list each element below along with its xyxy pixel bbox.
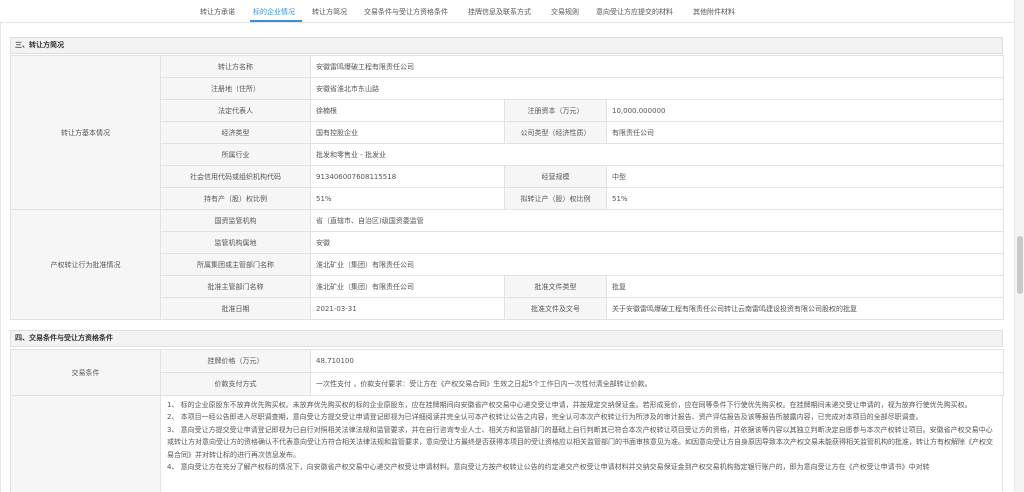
holding-ratio-value: 51% [310,187,505,210]
table-row: 转让方基本情况 转让方名称 安徽雷鸣爆破工程有限责任公司 [10,55,1005,210]
approve-date-value: 2021-03-31 [310,297,505,320]
scale-value: 中型 [605,165,1005,188]
field-label: 批准文件及文号 [504,297,607,320]
scrollbar-thumb[interactable] [1017,236,1023,294]
field-label: 经济类型 [160,121,311,144]
field-label: 社会信用代码或组织机构代码 [160,165,311,188]
table-row: 产权转让行为批准情况 国资监管机构 省（直辖市、自治区)级国资委监管 [10,209,1005,320]
field-label: 批准文件类型 [504,275,607,298]
field-label: 转让方名称 [160,55,311,78]
field-label: 监管机构属地 [160,231,311,254]
note-paragraph: 3、 意向受让方提交受让申请登记即视为已自行对照相关法律法规和监管要求，并在自行… [167,425,993,459]
group-label-basic-info: 转让方基本情况 [10,55,161,210]
approver-value: 淮北矿业（集团）有限责任公司 [310,275,505,298]
transfer-notes: 1、 标的企业原股东不放弃优先购买权。未放弃优先购买权的标的企业原股东，应在挂牌… [160,395,1003,492]
doc-type-value: 批复 [605,275,1005,298]
group-label-trade-conditions: 交易条件 [10,349,161,396]
reg-location-value: 安徽 [309,231,1005,254]
note-paragraph: 4、 意向受让方在充分了解产权标的情况下，向安徽省产权交易中心递交产权受让申请材… [167,463,930,472]
field-label: 经营规模 [504,165,607,188]
legal-rep-value: 徐楠根 [310,99,505,122]
note-paragraph: 1、 标的企业原股东不放弃优先购买权。未放弃优先购买权的标的企业原股东，应在挂牌… [167,401,972,409]
doc-name-value: 关于安徽雷鸣爆破工程有限责任公司转让云南雷鸣建设投资有限公司股权的批复 [605,297,1005,320]
address-value: 安徽省淮北市东山路 [309,77,1005,100]
field-label: 批准日期 [160,297,311,320]
company-type-value: 有限责任公司 [605,121,1005,144]
tab-transferor-commitment[interactable]: 转让方承诺 [200,7,235,17]
field-label: 所属行业 [160,143,311,166]
reg-capital-value: 10,000.000000 [605,99,1005,122]
industry-value: 批发和零售业 - 批发业 [309,143,1005,166]
credit-code-value: 913406007608115518 [310,165,505,188]
tab-trade-conditions[interactable]: 交易条件与受让方资格条件 [364,7,448,17]
transferor-name-value: 安徽雷鸣爆破工程有限责任公司 [309,55,1005,78]
tab-required-materials[interactable]: 意向受让方应提交的材料 [596,7,673,17]
section-title-trade-conditions: 四、交易条件与受让方资格条件 [10,330,1003,347]
econ-type-value: 国有控股企业 [310,121,505,144]
tab-other-attachments[interactable]: 其他附件材料 [693,7,735,17]
field-label: 持有产（股）权比例 [160,187,311,210]
field-label: 国资监管机构 [160,209,311,232]
field-label: 注册地（住所） [160,77,311,100]
tab-target-company[interactable]: 标的企业情况 [253,7,295,17]
table-row: 交易条件 挂牌价格（万元） 48.710100 [10,349,1004,396]
group-value: 淮北矿业（集团）有限责任公司 [309,253,1005,276]
payment-method-value: 一次性支付 ，价款支付要求：受让方在《产权交易合同》生效之日起5个工作日内一次性… [310,372,1004,396]
listing-price-value: 48.710100 [310,349,1004,373]
note-paragraph: 2、 本项目一经公告即进入尽职调查期，意向受让方提交受让申请登记即视为已详细阅读… [167,413,923,422]
field-label: 公司类型（经济性质） [504,121,607,144]
tab-trade-rules[interactable]: 交易规则 [551,7,579,17]
tab-transferor-overview[interactable]: 转让方简况 [312,7,347,17]
notes-label-cell [10,395,160,492]
group-label-approval: 产权转让行为批准情况 [10,209,161,320]
field-label: 挂牌价格（万元） [160,349,311,373]
vertical-scrollbar[interactable] [1014,0,1024,492]
section-title-transferor: 三、转让方简况 [10,37,1003,54]
tab-bar: 转让方承诺 标的企业情况 转让方简况 交易条件与受让方资格条件 挂牌信息及联系方… [0,0,1014,23]
trade-conditions-table: 交易条件 挂牌价格（万元） 48.710100 价款支付方式 一次性支付 ，价款… [10,349,1004,396]
tab-listing-contact[interactable]: 挂牌信息及联系方式 [468,7,531,17]
field-label: 法定代表人 [160,99,311,122]
regulator-value: 省（直辖市、自治区)级国资委监管 [309,209,1005,232]
transfer-ratio-value: 51% [605,187,1005,210]
field-label: 所属集团或主管部门名称 [160,253,311,276]
active-tab-indicator [250,20,302,22]
field-label: 拟转让产（股）权比例 [504,187,607,210]
field-label: 注册资本（万元） [504,99,607,122]
transferor-table: 转让方基本情况 转让方名称 安徽雷鸣爆破工程有限责任公司 注册地（住所） 安徽省… [10,55,1005,320]
field-label: 批准主管部门名称 [160,275,311,298]
field-label: 价款支付方式 [160,372,311,396]
